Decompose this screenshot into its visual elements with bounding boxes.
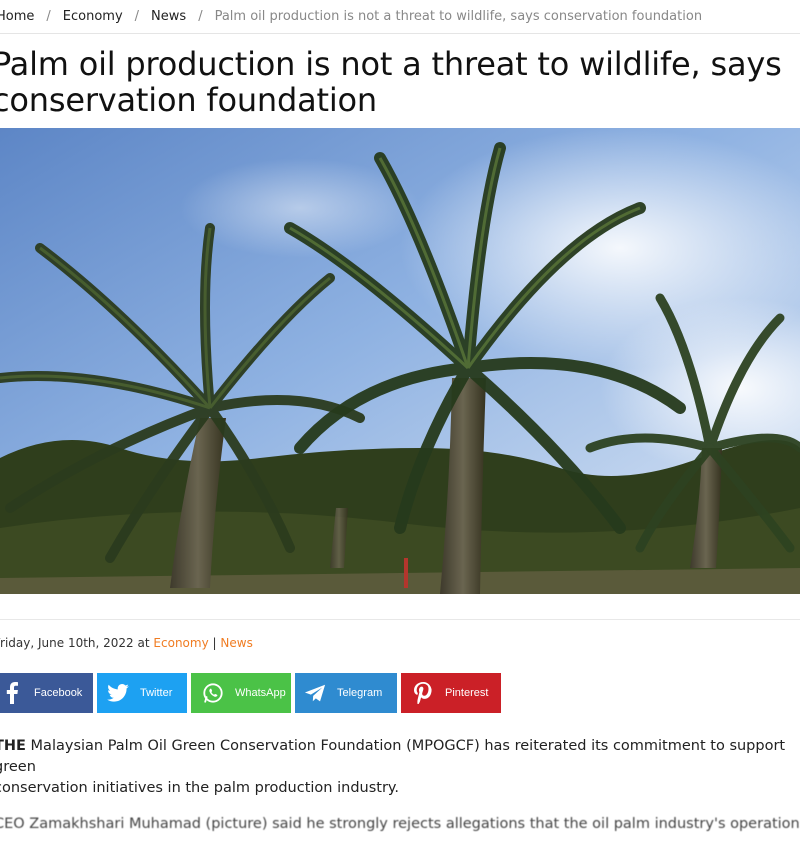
breadcrumb-economy-link[interactable]: Economy	[63, 9, 123, 24]
breadcrumb-separator: /	[134, 8, 140, 24]
page-title-line-1: Palm oil production is not a threat to w…	[0, 45, 782, 83]
share-twitter-label: Twitter	[140, 687, 173, 699]
meta-pipe: |	[212, 636, 217, 650]
share-twitter-button[interactable]: Twitter	[97, 673, 187, 713]
facebook-icon	[0, 681, 24, 705]
whatsapp-icon	[201, 681, 225, 705]
page-title-line-2: conservation foundation	[0, 81, 378, 119]
share-pinterest-button[interactable]: Pinterest	[401, 673, 501, 713]
share-whatsapp-button[interactable]: WhatsApp	[191, 673, 291, 713]
breadcrumb-separator: /	[198, 8, 203, 24]
breadcrumb-news-link[interactable]: News	[151, 9, 186, 24]
share-bar: Facebook Twitter WhatsApp Telegram Pinte…	[0, 673, 501, 713]
category-economy-link[interactable]: Economy	[153, 636, 208, 650]
telegram-icon	[303, 681, 327, 705]
publish-date: Friday, June 10th, 2022	[0, 636, 134, 650]
share-telegram-button[interactable]: Telegram	[295, 673, 397, 713]
category-news-link[interactable]: News	[220, 636, 252, 650]
breadcrumb-current: Palm oil production is not a threat to w…	[214, 8, 703, 24]
pinterest-icon	[411, 681, 435, 705]
share-pinterest-label: Pinterest	[445, 687, 489, 699]
breadcrumb-home-link[interactable]: Home	[0, 9, 34, 24]
twitter-icon	[106, 681, 130, 705]
breadcrumb-separator: /	[46, 8, 51, 24]
article-body: THE Malaysian Palm Oil Green Conservatio…	[0, 736, 800, 850]
breadcrumb-divider	[0, 33, 800, 34]
second-paragraph: CEO Zamakhshari Muhamad (picture) said h…	[0, 816, 800, 832]
meta-divider	[0, 619, 800, 620]
share-facebook-label: Facebook	[34, 687, 83, 699]
lead-initial: THE	[0, 738, 26, 754]
breadcrumb: Home / Economy / News / Palm oil product…	[0, 0, 800, 32]
lead-text-2: conservation initiatives in the palm pro…	[0, 780, 400, 796]
share-facebook-button[interactable]: Facebook	[0, 673, 93, 713]
lead-text: Malaysian Palm Oil Green Conservation Fo…	[0, 738, 786, 775]
share-telegram-label: Telegram	[337, 687, 383, 699]
page-title: Palm oil production is not a threat to w…	[0, 46, 792, 118]
share-whatsapp-label: WhatsApp	[235, 687, 286, 699]
article-meta: Friday, June 10th, 2022 at Economy | New…	[0, 636, 253, 650]
hero-image	[0, 128, 800, 594]
meta-at: at	[137, 636, 150, 650]
palm-plantation-photo	[0, 128, 800, 594]
lead-paragraph: THE Malaysian Palm Oil Green Conservatio…	[0, 736, 800, 799]
